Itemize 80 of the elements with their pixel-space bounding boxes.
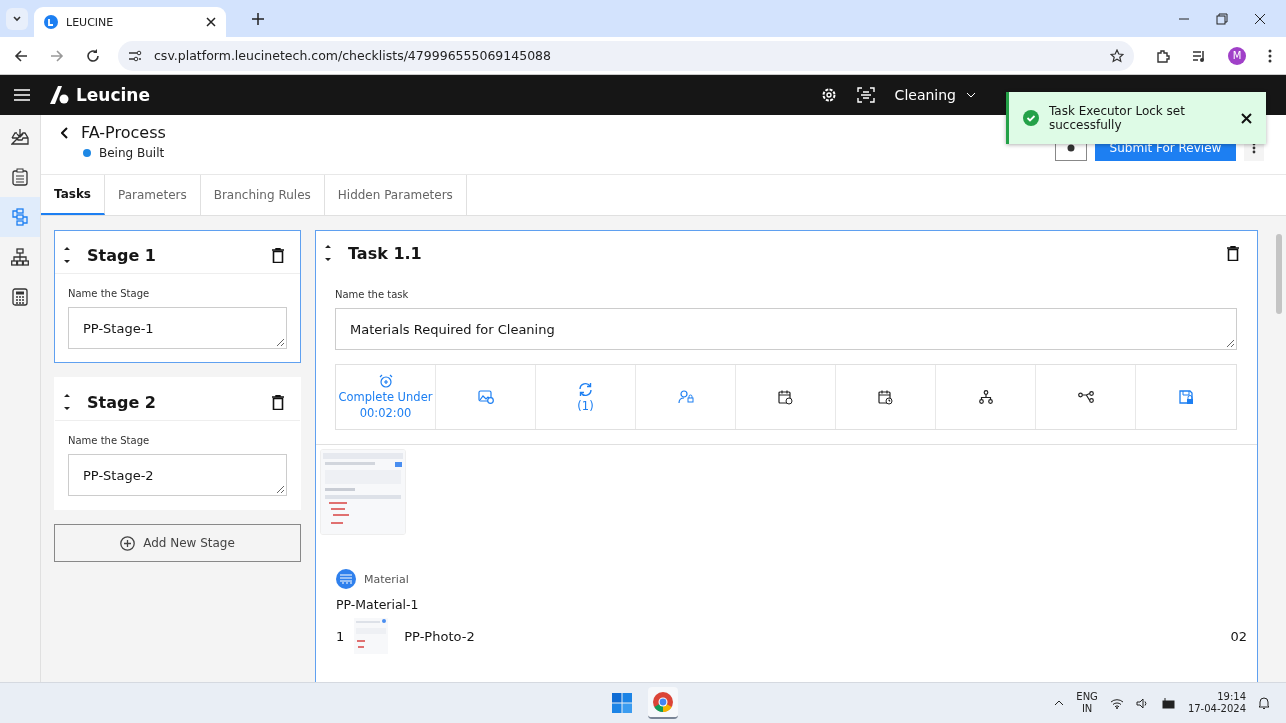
delete-icon[interactable] <box>1227 245 1239 261</box>
check-circle-icon <box>1023 110 1039 126</box>
chevron-down-icon <box>966 92 976 98</box>
back-icon[interactable] <box>61 126 69 139</box>
language-indicator[interactable]: ENG IN <box>1076 690 1098 716</box>
reload-icon[interactable] <box>86 48 100 63</box>
more-icon <box>1252 142 1256 154</box>
restore-icon[interactable] <box>1216 12 1228 25</box>
new-tab-icon[interactable] <box>252 12 264 25</box>
menu-icon[interactable] <box>14 89 30 101</box>
hierarchy-icon <box>11 248 29 266</box>
toast-message: Task Executor Lock set successfully <box>1049 103 1186 133</box>
action-value: 00:02:00 <box>359 406 412 420</box>
stage-title: Stage 2 <box>87 392 157 412</box>
material-heading: Material <box>364 572 409 586</box>
close-icon[interactable] <box>1241 112 1252 124</box>
reorder-arrows-icon[interactable] <box>324 242 332 264</box>
material-name: PP-Material-1 <box>336 597 420 612</box>
material-quantity: 02 <box>1230 628 1247 644</box>
material-icon <box>336 569 356 589</box>
speaker-icon[interactable] <box>1135 697 1150 709</box>
settings-icon[interactable] <box>820 87 837 103</box>
status-dot <box>83 149 91 157</box>
material-item-name: PP-Photo-2 <box>404 628 475 644</box>
plus-circle-icon <box>120 535 136 551</box>
stage-name-field[interactable]: PP-Stage-1 <box>68 307 287 349</box>
brand-name: Leucine <box>76 85 150 105</box>
resize-handle-icon[interactable] <box>1227 340 1234 347</box>
notification-icon[interactable] <box>1258 696 1270 710</box>
back-icon[interactable] <box>14 48 28 63</box>
status-label: Being Built <box>99 146 165 160</box>
clock[interactable]: 19:14 17-04-2024 <box>1187 690 1246 716</box>
extensions-icon[interactable] <box>1156 48 1170 63</box>
delete-icon[interactable] <box>272 394 284 410</box>
flow-icon <box>10 208 30 226</box>
resize-handle-icon[interactable] <box>277 339 284 346</box>
profile-avatar[interactable]: M <box>1228 46 1246 65</box>
material-index: 1 <box>336 628 345 644</box>
leucine-logo-icon <box>50 86 70 104</box>
wifi-icon[interactable] <box>1109 697 1124 709</box>
tab[interactable]: Tasks <box>41 175 105 215</box>
process-title: FA-Process <box>81 123 166 142</box>
media-queue-icon[interactable] <box>1192 48 1206 63</box>
chevron-down-icon <box>12 13 22 24</box>
recurrence-action-button[interactable]: (1) <box>536 365 636 429</box>
star-icon[interactable] <box>1110 48 1124 63</box>
reorder-arrows-icon[interactable] <box>63 244 71 266</box>
timer-action-button[interactable]: Complete Under 00:02:00 <box>336 365 436 429</box>
stage-name-field[interactable]: PP-Stage-2 <box>68 454 287 496</box>
field-label: Name the task <box>335 289 410 300</box>
field-label: Name the Stage <box>68 288 151 299</box>
browser-taskbar-icon[interactable] <box>648 687 678 719</box>
clipboard-icon <box>12 168 28 186</box>
stage-card[interactable]: Stage 1 Name the Stage PP-Stage-1 <box>54 230 301 363</box>
reorder-arrows-icon[interactable] <box>63 391 71 413</box>
stage-title: Stage 1 <box>87 245 157 265</box>
close-icon[interactable] <box>206 17 216 27</box>
action-value: (1) <box>577 398 594 413</box>
chevron-up-icon[interactable] <box>1054 700 1065 706</box>
field-label: Name the Stage <box>68 435 151 446</box>
favicon-icon <box>44 15 58 29</box>
facility-dropdown[interactable]: Cleaning <box>894 87 976 103</box>
start-icon[interactable] <box>612 693 632 713</box>
battery-icon[interactable] <box>1161 697 1176 709</box>
browser-tab[interactable]: LEUCINE <box>34 7 226 37</box>
stage-card[interactable]: Stage 2 Name the Stage PP-Stage-2 <box>54 377 301 510</box>
task-title: Task 1.1 <box>348 243 422 263</box>
forward-icon[interactable] <box>50 48 64 63</box>
more-icon[interactable] <box>1268 48 1272 63</box>
task-name-field[interactable]: Materials Required for Cleaning <box>335 308 1237 350</box>
action-label: Complete Under <box>338 390 433 404</box>
site-settings-icon[interactable] <box>128 49 142 62</box>
delete-icon[interactable] <box>272 247 284 263</box>
add-new-stage-button[interactable]: Add New Stage <box>54 524 301 562</box>
close-icon[interactable] <box>1254 12 1266 25</box>
tab-list-button[interactable] <box>6 7 28 30</box>
resize-handle-icon[interactable] <box>277 486 284 493</box>
calculator-icon <box>12 288 28 306</box>
address-bar[interactable]: csv.platform.leucinetech.com/checklists/479996555069145088 <box>118 40 1134 71</box>
scan-icon[interactable] <box>856 87 875 103</box>
